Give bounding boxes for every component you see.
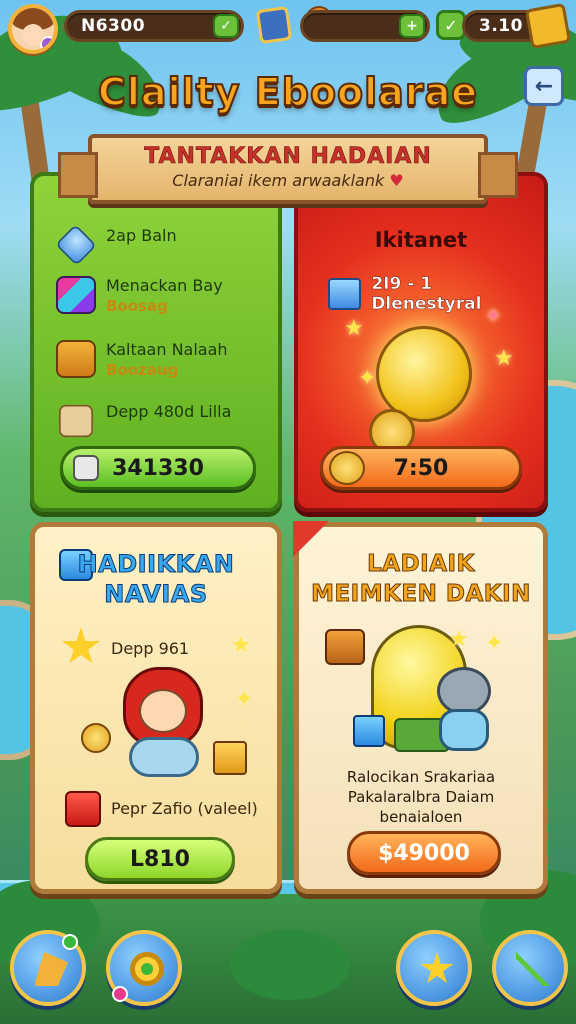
green-dot-icon — [62, 934, 78, 950]
card-red-offer[interactable]: Ikitanet 2I9 - 1 Dlenestyral ★ ★ ✦ ✦ 7:5… — [294, 172, 548, 512]
heading-line-1: LADIAIK — [367, 551, 475, 578]
nav-star-button[interactable] — [396, 930, 472, 1006]
list-item: Kaltaan Nalaah Boozaug — [56, 340, 228, 380]
pink-dot-icon — [112, 986, 128, 1002]
wand-icon — [34, 952, 68, 986]
ring-icon — [130, 952, 164, 986]
header-banner: TANTAKKAN HADAIAN Claraniai ikem arwaakl… — [58, 134, 518, 204]
heart-icon: ♥ — [389, 171, 404, 190]
currency-3-value: 3.10 — [479, 16, 523, 36]
player-avatar[interactable] — [8, 4, 58, 54]
gems-bundle-icon — [56, 276, 96, 314]
sparkle-icon: ✦ — [235, 687, 254, 712]
leaf-check-icon[interactable]: ✓ — [213, 14, 239, 38]
currency-counter-2: + — [300, 10, 430, 42]
red-buy-label: 7:50 — [393, 455, 449, 481]
star-icon: ★ — [344, 316, 364, 341]
plus-icon[interactable]: + — [399, 14, 425, 38]
card-heading: HADIIKKAN NAVIAS — [35, 549, 277, 609]
red-chest-icon — [65, 791, 101, 827]
currency-counter-1: N6300 ✓ — [64, 10, 244, 42]
card-bottom-label: Pepr Zafio (valeel) — [111, 799, 258, 818]
fox-character-icon — [115, 667, 211, 777]
treasure-box-icon — [56, 340, 96, 378]
list-item: 2ap Baln — [55, 224, 177, 266]
row-label: Depp 480d Lilla — [106, 402, 232, 421]
list-item: 2I9 - 1 Dlenestyral — [328, 274, 544, 314]
book-icon[interactable] — [255, 5, 293, 45]
star-icon — [420, 952, 454, 983]
parcel-icon — [59, 404, 93, 438]
treasure-chest-icon — [325, 629, 365, 665]
heading-line-2: NAVIAS — [104, 580, 208, 609]
desc-line-2: Pakalaralbra Daiam — [347, 788, 495, 806]
row-sub: Boozaug — [106, 361, 179, 379]
ice-cube-icon — [328, 278, 362, 310]
star-icon: ★ — [231, 633, 251, 658]
sparkle-icon: ✦ — [484, 304, 503, 329]
nav-wand-button[interactable] — [10, 930, 86, 1006]
arrow-left-icon: ← — [534, 73, 554, 99]
page-title: Clailty Eboolarae — [97, 69, 478, 115]
nav-ring-button[interactable] — [106, 930, 182, 1006]
card-sub-label: Depp 961 — [111, 639, 190, 658]
card-description: Ralocikan Srakariaa Pakalaralbra Daiam b… — [299, 767, 543, 827]
blue-gift-icon — [353, 715, 385, 747]
orange-buy-label: $49000 — [378, 840, 470, 866]
star-badge-icon — [61, 627, 101, 664]
arrow-icon — [516, 952, 550, 986]
top-bar: N6300 ✓ + ✓ 3.10 — [0, 0, 576, 56]
coin-icon — [81, 723, 111, 753]
green-buy-button[interactable]: 341330 — [60, 446, 256, 490]
golden-key-icon — [369, 326, 472, 455]
desc-line-1: Ralocikan Srakariaa — [346, 768, 496, 786]
nav-arrow-button[interactable] — [492, 930, 568, 1006]
blue-gem-icon — [55, 224, 97, 266]
sparkle-icon: ✦ — [485, 631, 504, 656]
row-sub: Boosag — [106, 297, 168, 315]
gift-box-icon — [213, 741, 247, 775]
heading-line-1: HADIIKKAN — [77, 550, 235, 579]
cube-icon — [73, 455, 99, 481]
heading-line-2: MEIMKEN DAKIN — [311, 581, 531, 608]
banner-title: TANTAKKAN HADAIAN — [144, 144, 432, 170]
sparkle-icon: ✦ — [358, 366, 377, 391]
red-buy-button[interactable]: 7:50 — [320, 446, 522, 490]
row-label: Kaltaan Nalaah — [106, 340, 228, 359]
list-item: Depp 480d Lilla — [56, 402, 231, 440]
card-cream-left-offer[interactable]: HADIIKKAN NAVIAS Depp 961 ★ ✦ Pepr Zafio… — [30, 522, 282, 894]
gift-box-icon[interactable] — [524, 2, 572, 50]
desc-line-3: benaialoen — [379, 808, 463, 826]
banner-subtitle: Claraniai ikem arwaaklank — [172, 171, 385, 190]
row-label: Menackan Bay — [106, 276, 223, 295]
red-row-label: 2I9 - 1 Dlenestyral — [371, 274, 482, 314]
star-icon: ★ — [494, 346, 514, 371]
back-button[interactable]: ← — [524, 66, 564, 106]
lime-buy-button[interactable]: L810 — [85, 837, 235, 881]
currency-1-value: N6300 — [81, 16, 146, 36]
card-heading: LADIAIK MEIMKEN DAKIN — [299, 549, 543, 609]
coin-stack-icon — [329, 451, 365, 485]
list-item: Menackan Bay Boosag — [56, 276, 223, 316]
row-label: 2ap Baln — [106, 226, 177, 245]
green-buy-label: 341330 — [112, 455, 204, 481]
lime-buy-label: L810 — [130, 846, 190, 872]
bear-character-icon — [431, 667, 497, 751]
card-green-offer[interactable]: 2ap Baln Menackan Bay Boosag Kaltaan Nal… — [30, 172, 282, 512]
card-cream-right-offer[interactable]: LADIAIK MEIMKEN DAKIN ★ ✦ Ralocikan Srak… — [293, 521, 548, 894]
orange-buy-button[interactable]: $49000 — [347, 831, 501, 875]
star-icon: ★ — [449, 627, 469, 652]
red-card-title: Ikitanet — [374, 228, 468, 252]
